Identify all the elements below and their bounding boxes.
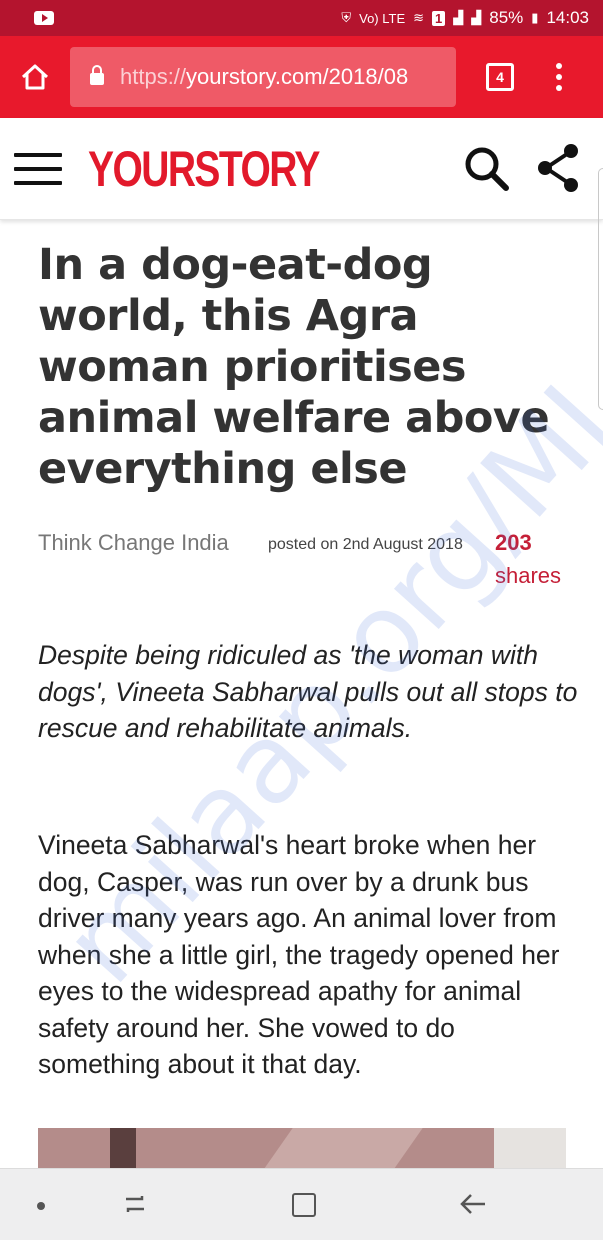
share-count: 203 [495,530,532,555]
browser-toolbar: https://yourstory.com/2018/08 4 [0,36,603,118]
lock-icon [90,65,104,85]
menu-dot [556,85,562,91]
hamburger-line [14,166,62,171]
site-header: YOURSTORY [0,118,603,220]
scrollbar[interactable] [598,168,603,410]
recent-apps-icon[interactable] [122,1191,148,1217]
nav-home-button[interactable] [292,1193,316,1217]
system-nav-bar [0,1168,603,1240]
site-logo[interactable]: YOURSTORY [88,140,320,198]
signal-2-icon: ▟ [471,10,482,25]
clock: 14:03 [546,8,589,27]
browser-menu-button[interactable] [556,63,562,91]
posted-date: posted on 2nd August 2018 [268,536,463,553]
menu-dot [556,63,562,69]
signal-icon: ▟ [453,10,464,25]
share-icon[interactable] [534,142,582,194]
tab-switcher-button[interactable]: 4 [486,63,514,91]
status-bar-right: ⛨ Vo) LTE ≋ 1 ▟ ▟ 85% ▮ 14:03 [341,8,589,28]
image-shape [110,1128,136,1170]
back-icon[interactable] [458,1191,488,1217]
home-button[interactable] [0,36,70,118]
security-icon: ⛨ [341,10,352,25]
wifi-icon: ≋ [413,10,425,25]
article-lede: Despite being ridiculed as 'the woman wi… [38,640,578,743]
nav-dot-icon[interactable] [37,1202,45,1210]
youtube-notification-icon [34,11,54,25]
url-host: yourstory.com/2018/08 [186,64,409,89]
battery-icon: ▮ [531,10,539,25]
image-shape [494,1128,566,1170]
battery-percent: 85% [489,8,524,27]
share-label: shares [495,563,562,588]
hamburger-line [14,180,62,185]
url-bar[interactable]: https://yourstory.com/2018/08 [70,47,456,107]
article-image [38,1128,566,1170]
menu-dot [556,74,562,80]
hamburger-line [14,152,62,157]
image-shape [263,1128,423,1170]
author-link[interactable]: Think Change India [38,530,229,556]
search-icon[interactable] [462,144,512,194]
article-headline: In a dog-eat-dog world, this Agra woman … [38,240,550,494]
volte-label: Vo) LTE [359,10,406,26]
home-icon [21,64,49,90]
sim-badge: 1 [432,10,446,26]
hamburger-menu-icon[interactable] [14,152,62,185]
url-scheme: https:// [120,64,187,89]
article-paragraph: Vineeta Sabharwal's heart broke when her… [38,830,560,1079]
status-bar: ⛨ Vo) LTE ≋ 1 ▟ ▟ 85% ▮ 14:03 [0,0,603,36]
